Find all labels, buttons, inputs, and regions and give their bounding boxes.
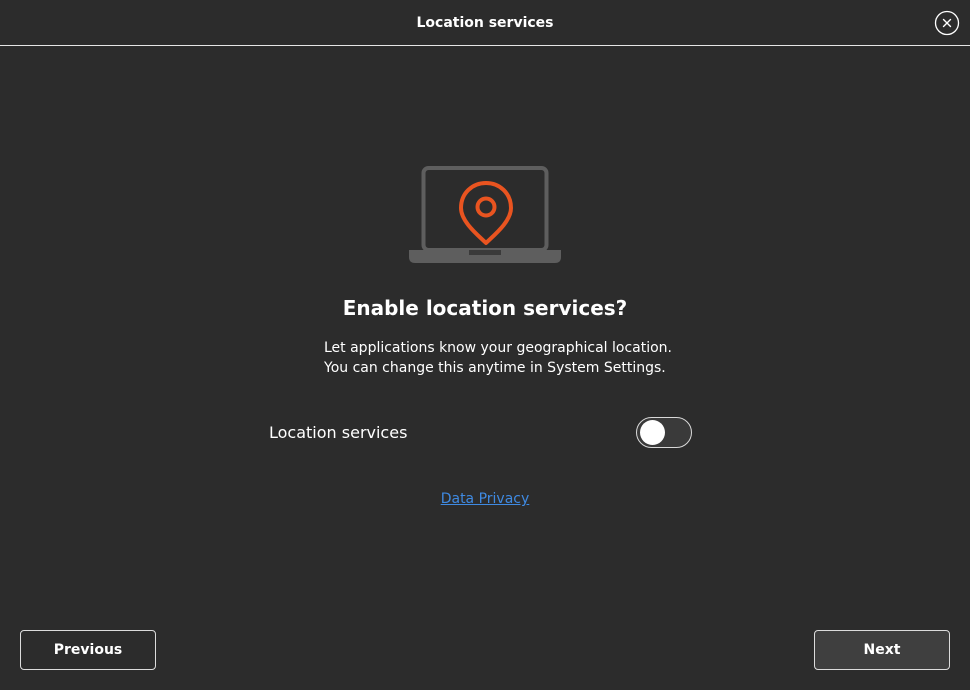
data-privacy-link[interactable]: Data Privacy xyxy=(441,491,530,507)
close-button[interactable] xyxy=(934,10,960,36)
laptop-location-illustration xyxy=(407,166,563,265)
close-icon xyxy=(934,10,960,36)
description-line-1: Let applications know your geographical … xyxy=(324,340,673,356)
description-line-2: You can change this anytime in System Se… xyxy=(324,360,666,376)
laptop-location-pin-icon xyxy=(409,166,561,263)
title-bar: Location services xyxy=(0,0,970,46)
location-services-label: Location services xyxy=(269,423,408,442)
toggle-knob xyxy=(640,420,665,445)
next-button[interactable]: Next xyxy=(814,630,950,670)
window-title: Location services xyxy=(416,15,554,31)
previous-button[interactable]: Previous xyxy=(20,630,156,670)
location-services-toggle[interactable] xyxy=(636,417,692,448)
page-description: Let applications know your geographical … xyxy=(324,338,672,378)
page-heading: Enable location services? xyxy=(342,296,628,320)
privacy-link-container: Data Privacy xyxy=(0,491,970,507)
